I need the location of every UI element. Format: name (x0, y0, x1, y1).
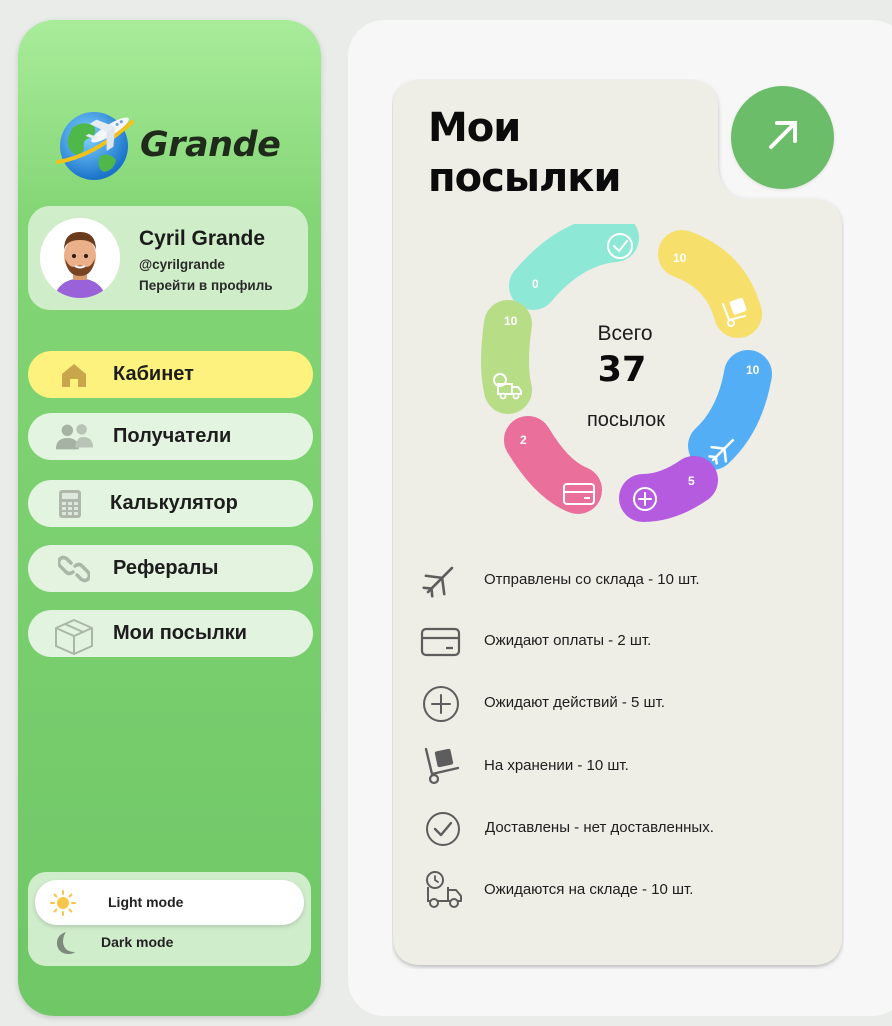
hand-truck-icon (418, 746, 464, 786)
plus-circle-icon (418, 683, 464, 723)
total-label-bottom: посылок (586, 409, 666, 431)
sidebar: Grande Cyril Grande @cyrilgrande Перейти… (18, 20, 321, 1016)
open-parcels-button[interactable] (731, 86, 834, 189)
nav-item-referrals[interactable]: Рефералы (28, 545, 313, 592)
total-count: 37 (597, 350, 647, 390)
brand-name: Grande (140, 125, 281, 165)
nav-label: Рефералы (113, 557, 219, 579)
segment-value: 10 (504, 314, 518, 328)
nav-label: Кабинет (113, 363, 194, 385)
segment-value: 5 (688, 474, 695, 488)
segment-value: 2 (520, 433, 527, 447)
profile-link[interactable]: Перейти в профиль (139, 278, 273, 293)
nav-item-calculator[interactable]: Калькулятор (28, 480, 313, 527)
avatar (40, 218, 120, 298)
link-icon (54, 554, 94, 584)
nav-item-my-parcels[interactable]: Мои посылки (28, 610, 313, 657)
nav-label: Получатели (113, 425, 232, 447)
legend-text: Отправлены со склада - 10 шт. (484, 571, 700, 588)
profile-handle: @cyrilgrande (139, 257, 225, 272)
segment-awaiting-payment (504, 416, 602, 514)
card-icon (418, 621, 464, 661)
segment-value: 10 (673, 251, 687, 265)
legend-text: На хранении - 10 шт. (484, 757, 629, 774)
segment-value: 0 (532, 277, 539, 291)
home-icon (54, 360, 94, 390)
legend-text: Ожидаются на складе - 10 шт. (484, 881, 694, 898)
logo[interactable]: Grande (54, 104, 281, 186)
segment-shipped (688, 350, 772, 470)
nav-label: Мои посылки (113, 622, 247, 644)
profile-name: Cyril Grande (139, 227, 266, 250)
moon-icon[interactable] (52, 930, 76, 961)
sun-icon (49, 889, 77, 922)
truck-clock-icon (418, 870, 464, 910)
globe-plane-icon (54, 104, 138, 186)
users-icon (54, 422, 94, 452)
segment-stored (658, 230, 762, 338)
box-icon (54, 619, 94, 655)
profile-card[interactable]: Cyril Grande @cyrilgrande Перейти в проф… (28, 206, 308, 310)
check-circle-icon (418, 808, 464, 848)
title-line-2: посылки (428, 155, 621, 201)
legend-text: Ожидают оплаты - 2 шт. (484, 632, 652, 649)
segment-delivered (509, 224, 639, 310)
light-mode-label: Light mode (108, 894, 184, 910)
total-label-top: Всего (597, 322, 653, 345)
nav-item-recipients[interactable]: Получатели (28, 413, 313, 460)
nav-label: Калькулятор (110, 492, 238, 514)
page-title: Мои посылки (428, 103, 621, 203)
dark-mode-option[interactable]: Dark mode (101, 934, 173, 950)
legend-text: Ожидают действий - 5 шт. (484, 694, 665, 711)
nav-item-cabinet[interactable]: Кабинет (28, 351, 313, 398)
legend-text: Доставлены - нет доставленных. (485, 819, 714, 836)
calculator-icon (50, 489, 90, 519)
arrow-up-right-icon (763, 115, 803, 160)
theme-switcher: Light mode Dark mode (28, 872, 311, 966)
light-mode-option[interactable]: Light mode (35, 880, 304, 925)
plane-icon (418, 560, 464, 600)
segment-value: 10 (746, 363, 760, 377)
title-line-1: Мои (428, 105, 521, 151)
